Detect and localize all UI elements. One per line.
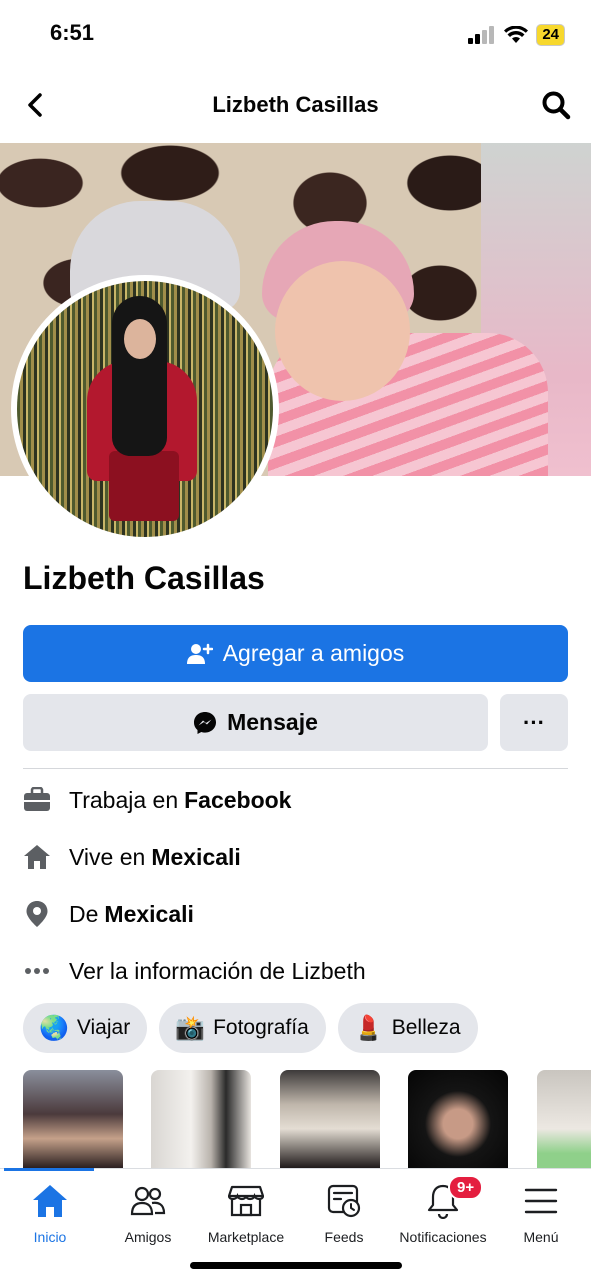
notification-badge: 9+ xyxy=(448,1175,484,1200)
cover-baby-face xyxy=(275,261,410,401)
home-icon xyxy=(0,1181,100,1221)
photo-thumbnail[interactable] xyxy=(151,1070,251,1168)
hobby-label: Fotografía xyxy=(213,1016,309,1039)
photo-thumbnail[interactable] xyxy=(408,1070,508,1168)
tab-label: Feeds xyxy=(324,1229,364,1245)
feeds-icon xyxy=(294,1181,394,1221)
tab-label: Amigos xyxy=(124,1229,172,1245)
briefcase-icon xyxy=(23,786,51,814)
home-icon xyxy=(23,843,51,871)
work-value: Facebook xyxy=(184,786,292,813)
home-indicator xyxy=(190,1262,402,1269)
hobby-chip-beauty[interactable]: 💄 Belleza xyxy=(337,1003,478,1053)
tab-label: Notificaciones xyxy=(399,1229,487,1245)
photo-thumbnail[interactable] xyxy=(23,1070,123,1168)
add-friend-icon xyxy=(186,643,213,664)
status-bar: 6:51 24 xyxy=(0,0,591,70)
info-work[interactable]: Trabaja en Facebook xyxy=(23,782,568,818)
more-dots-icon xyxy=(23,957,51,985)
info-lives[interactable]: Vive en Mexicali xyxy=(23,839,568,875)
hobby-chips: 🌏 Viajar 📸 Fotografía 💄 Belleza xyxy=(23,1003,478,1053)
profile-name: Lizbeth Casillas xyxy=(23,560,265,596)
lipstick-icon: 💄 xyxy=(353,1014,384,1042)
more-icon: ··· xyxy=(523,709,545,735)
bell-icon: 9+ xyxy=(393,1175,493,1221)
from-value: Mexicali xyxy=(104,900,194,927)
message-button[interactable]: Mensaje xyxy=(23,694,488,751)
tab-feeds[interactable]: Feeds xyxy=(294,1181,394,1245)
photo-thumbnail[interactable] xyxy=(280,1070,380,1168)
marketplace-icon xyxy=(196,1181,296,1221)
tab-label: Marketplace xyxy=(207,1229,285,1245)
messenger-icon xyxy=(194,711,217,734)
work-prefix: Trabaja en xyxy=(69,786,179,813)
see-info-label: Ver la información de Lizbeth xyxy=(69,957,366,984)
info-from[interactable]: De Mexicali xyxy=(23,896,568,932)
hobby-label: Viajar xyxy=(76,1016,131,1039)
hobby-label: Belleza xyxy=(391,1016,461,1039)
avatar-image xyxy=(17,281,273,537)
friends-icon xyxy=(98,1181,198,1221)
avatar-skirt xyxy=(109,451,179,521)
from-prefix: De xyxy=(69,900,99,927)
status-time: 6:51 xyxy=(50,20,95,45)
signal-icon xyxy=(468,26,495,44)
camera-icon: 📸 xyxy=(175,1014,206,1042)
tab-marketplace[interactable]: Marketplace xyxy=(196,1181,296,1245)
photo-strip xyxy=(23,1070,591,1168)
tab-label: Menú xyxy=(523,1229,559,1245)
lives-value: Mexicali xyxy=(151,843,241,870)
lives-prefix: Vive en xyxy=(69,843,146,870)
search-icon xyxy=(542,91,571,120)
globe-icon: 🌏 xyxy=(39,1014,69,1042)
location-pin-icon xyxy=(23,900,51,928)
wifi-icon xyxy=(504,26,529,43)
profile-avatar[interactable] xyxy=(11,275,279,543)
tab-home[interactable]: Inicio xyxy=(0,1181,100,1245)
more-options-button[interactable]: ··· xyxy=(500,694,568,751)
status-indicators: 24 xyxy=(468,24,565,46)
tab-menu[interactable]: Menú xyxy=(491,1181,591,1245)
hobby-chip-photography[interactable]: 📸 Fotografía xyxy=(159,1003,326,1053)
battery-icon: 24 xyxy=(536,24,565,46)
tab-notifications[interactable]: 9+ Notificaciones xyxy=(393,1175,493,1245)
menu-icon xyxy=(491,1181,591,1221)
page-title: Lizbeth Casillas xyxy=(212,92,379,117)
tab-label: Inicio xyxy=(33,1229,67,1245)
avatar-face xyxy=(124,319,156,359)
hobby-chip-travel[interactable]: 🌏 Viajar xyxy=(23,1003,148,1053)
active-tab-indicator xyxy=(4,1168,94,1171)
add-friend-button[interactable]: Agregar a amigos xyxy=(23,625,568,682)
photo-thumbnail[interactable] xyxy=(537,1070,591,1168)
divider xyxy=(23,768,568,769)
profile-header: Lizbeth Casillas xyxy=(0,70,591,142)
tab-friends[interactable]: Amigos xyxy=(98,1181,198,1245)
add-friend-label: Agregar a amigos xyxy=(222,640,405,666)
message-label: Mensaje xyxy=(227,709,318,735)
search-button[interactable] xyxy=(539,88,573,122)
see-info-link[interactable]: Ver la información de Lizbeth xyxy=(23,953,568,989)
